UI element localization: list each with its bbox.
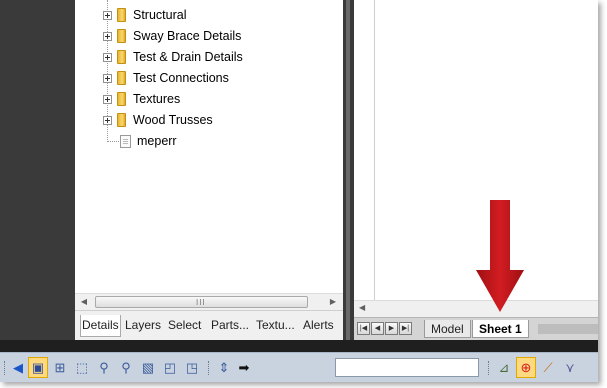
zoom-window-icon[interactable]: ⬚: [74, 360, 90, 376]
tree-item-wood-trusses[interactable]: Wood Trusses: [103, 110, 213, 130]
snap-endpoint-icon[interactable]: ⟋: [540, 360, 556, 376]
tab-parts[interactable]: Parts...: [211, 318, 249, 332]
previous-tab-icon[interactable]: ◀: [371, 322, 384, 335]
zoom-out-icon[interactable]: ⚲: [118, 360, 134, 376]
panel-tab-strip: Details Layers Select Parts... Textu... …: [75, 310, 343, 340]
expand-icon[interactable]: [103, 10, 112, 20]
tree-item-label: Test Connections: [133, 71, 229, 85]
tab-select[interactable]: Select: [168, 318, 201, 332]
scroll-right-icon[interactable]: ▶: [327, 297, 339, 307]
window-icon[interactable]: ▣: [30, 360, 46, 376]
arrow-right-icon[interactable]: ➡: [236, 360, 252, 376]
snap-tangent-icon[interactable]: ⋎: [562, 360, 578, 376]
layout-tab-strip: |◀ ◀ ▶ ▶| Model Sheet 1: [354, 317, 598, 340]
tree-item-textures[interactable]: Textures: [103, 89, 180, 109]
folder-icon: [117, 71, 126, 85]
layout-tab-filler: [538, 324, 598, 334]
expand-icon[interactable]: [103, 52, 112, 62]
red-arrow-annotation: [476, 200, 524, 312]
screenshot-frame: Structural Sway Brace Details Test & Dra…: [0, 0, 598, 382]
first-tab-icon[interactable]: |◀: [357, 322, 370, 335]
expand-icon[interactable]: [103, 31, 112, 41]
folder-icon: [117, 29, 126, 43]
snap-center-icon[interactable]: ⊕: [518, 360, 534, 376]
left-dock-strip: [0, 0, 75, 340]
zoom-in-icon[interactable]: ⚲: [96, 360, 112, 376]
status-separator: [0, 340, 598, 352]
toolbar-separator: [208, 361, 211, 375]
tree-item-label: Wood Trusses: [133, 113, 213, 127]
bottom-toolbar: ◀ ▣ ⊞ ⬚ ⚲ ⚲ ▧ ◰ ◳ ⇕ ➡ ⊿ ⊕ ⟋ ⋎: [0, 352, 598, 382]
scroll-left-icon[interactable]: ◀: [359, 303, 365, 312]
snap-perpendicular-icon[interactable]: ⊿: [496, 360, 512, 376]
expand-icon[interactable]: [103, 73, 112, 83]
toolbar-separator: [488, 361, 491, 375]
tab-sheet-1[interactable]: Sheet 1: [472, 320, 529, 338]
folder-icon: [117, 92, 126, 106]
scroll-grip: III: [196, 298, 206, 307]
tree-item-structural[interactable]: Structural: [103, 5, 187, 25]
tab-alerts[interactable]: Alerts: [303, 318, 334, 332]
tab-details[interactable]: Details: [80, 315, 121, 337]
zoom-extents-icon[interactable]: ⊞: [52, 360, 68, 376]
canvas-edge-line: [374, 0, 375, 300]
tree-item-label: Structural: [133, 8, 187, 22]
next-view-icon[interactable]: ◳: [184, 360, 200, 376]
command-input[interactable]: [335, 358, 479, 377]
last-tab-icon[interactable]: ▶|: [399, 322, 412, 335]
expand-icon[interactable]: [103, 115, 112, 125]
arrow-shape: [476, 200, 524, 312]
zoom-selection-icon[interactable]: ▧: [140, 360, 156, 376]
tree-item-label: meperr: [137, 134, 177, 148]
tree-item-label: Test & Drain Details: [133, 50, 243, 64]
tree-item-test-drain-details[interactable]: Test & Drain Details: [103, 47, 243, 67]
folder-icon: [117, 50, 126, 64]
tree-item-sway-brace-details[interactable]: Sway Brace Details: [103, 26, 241, 46]
folder-icon: [117, 8, 126, 22]
expand-icon[interactable]: [103, 94, 112, 104]
pan-icon[interactable]: ⇕: [216, 360, 232, 376]
tab-model[interactable]: Model: [424, 320, 471, 338]
panel-splitter[interactable]: [343, 0, 354, 340]
tree-item-meperr[interactable]: meperr: [120, 131, 177, 151]
tree-item-test-connections[interactable]: Test Connections: [103, 68, 229, 88]
tree-item-label: Sway Brace Details: [133, 29, 242, 43]
tree-horizontal-scrollbar[interactable]: ◀ III ▶: [75, 293, 343, 310]
details-tree-panel: Structural Sway Brace Details Test & Dra…: [75, 0, 343, 293]
tree-item-label: Textures: [133, 92, 181, 106]
scroll-left-icon[interactable]: ◀: [78, 297, 90, 307]
tree-connector: [107, 141, 119, 142]
folder-icon: [117, 113, 126, 127]
scroll-thumb[interactable]: III: [95, 296, 308, 308]
next-tab-icon[interactable]: ▶: [385, 322, 398, 335]
file-icon: [120, 134, 131, 148]
eye-icon[interactable]: ◀: [10, 360, 26, 376]
previous-view-icon[interactable]: ◰: [162, 360, 178, 376]
toolbar-grip: [4, 361, 7, 375]
tab-textures[interactable]: Textu...: [256, 318, 295, 332]
tab-layers[interactable]: Layers: [125, 318, 161, 332]
